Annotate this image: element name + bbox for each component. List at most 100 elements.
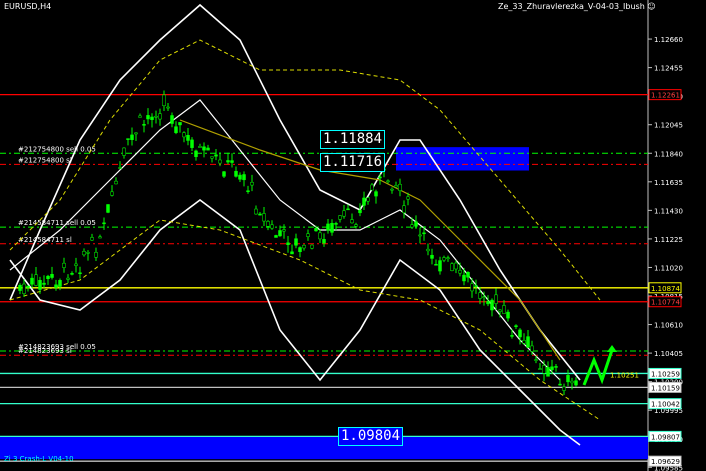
level-box-1: 1.11884: [320, 130, 386, 149]
candle-body: [206, 147, 210, 151]
candle-body: [470, 283, 474, 292]
candle-body: [118, 167, 122, 169]
candle-body: [74, 263, 78, 266]
level-box-3: 1.09804: [338, 427, 404, 446]
candle-body: [110, 191, 114, 196]
candle-body: [58, 280, 62, 287]
candle-body: [218, 159, 222, 164]
candle-body: [358, 209, 362, 214]
order-line-label: #212754800 sl: [18, 156, 72, 164]
candle-body: [18, 284, 22, 291]
candle-body: [542, 365, 546, 374]
candle-body: [186, 135, 190, 141]
candle-body: [98, 236, 102, 239]
candle-body: [558, 383, 562, 386]
candle-body: [338, 215, 342, 220]
candle-body: [562, 386, 566, 391]
candle-body: [418, 234, 422, 237]
candle-body: [270, 224, 274, 229]
candle-body: [422, 232, 426, 235]
candle-body: [570, 380, 574, 384]
candle-body: [426, 248, 430, 252]
candle-body: [50, 274, 54, 278]
candle-body: [94, 252, 98, 258]
candle-body: [334, 223, 338, 225]
candle-body: [514, 325, 518, 327]
level-tag-label: 1.10774: [651, 299, 680, 307]
candle-body: [114, 180, 118, 185]
candle-body: [170, 115, 174, 124]
candle-body: [158, 113, 162, 120]
candle-body: [442, 257, 446, 261]
candle-body: [494, 294, 498, 304]
candle-body: [522, 340, 526, 344]
candle-body: [390, 188, 394, 191]
candle-body: [466, 272, 470, 278]
candle-body: [550, 366, 554, 370]
candle-body: [362, 197, 366, 206]
small-level-tag: 1.10251: [610, 372, 639, 380]
candle-body: [402, 205, 406, 213]
candle-body: [306, 233, 310, 237]
candle-body: [254, 208, 258, 215]
candle-body: [266, 221, 270, 227]
candle-body: [54, 284, 58, 288]
candle-body: [34, 274, 38, 286]
price-tick-label: 1.12660: [654, 36, 683, 44]
candle-body: [246, 190, 250, 192]
blue-zone-lower: [0, 436, 648, 460]
candle-body: [242, 174, 246, 181]
candle-body: [350, 219, 354, 224]
candle-body: [22, 283, 26, 294]
candle-body: [290, 251, 294, 255]
blue-zone-upper: [396, 147, 529, 171]
candle-body: [462, 274, 466, 282]
candle-body: [342, 210, 346, 217]
candle-body: [86, 252, 90, 254]
candle-body: [374, 191, 378, 197]
candle-body: [230, 160, 234, 163]
candle-body: [278, 230, 282, 237]
candle-body: [370, 184, 374, 191]
candle-body: [26, 285, 30, 288]
candle-body: [434, 264, 438, 266]
order-line-label: #214823693 sl: [18, 347, 72, 355]
price-chart[interactable]: 1.126601.124551.122501.120451.118401.116…: [0, 0, 706, 471]
candle-body: [534, 359, 538, 361]
candle-body: [406, 196, 410, 200]
candle-body: [138, 115, 142, 118]
chart-background: [0, 0, 706, 471]
smiley-icon[interactable]: ☺: [647, 2, 655, 11]
candle-body: [62, 262, 66, 268]
price-tick-label: 1.10405: [654, 350, 683, 358]
symbol-label: EURUSD,H4: [4, 2, 52, 11]
candle-body: [190, 139, 194, 148]
level-tag-label: 1.12261: [651, 92, 680, 100]
price-tick-label: 1.12045: [654, 122, 683, 130]
candle-body: [82, 251, 86, 256]
candle-body: [66, 277, 70, 280]
level-tag-label: 1.10259: [651, 370, 680, 378]
candle-body: [450, 263, 454, 271]
candle-body: [502, 305, 506, 314]
expert-name-text: Ze_33_Zhuravlerezka_V-04-03_Ibush: [498, 2, 645, 11]
candle-body: [410, 224, 414, 228]
candle-body: [90, 237, 94, 241]
candle-body: [430, 254, 434, 259]
candle-body: [150, 116, 154, 120]
candle-body: [78, 272, 82, 275]
candle-body: [210, 156, 214, 159]
candle-body: [326, 223, 330, 231]
candle-body: [258, 213, 262, 216]
candle-body: [46, 275, 50, 280]
indicator-footer: Zi 3 Crash-L V04-10: [4, 455, 74, 463]
candle-body: [202, 146, 206, 151]
candle-body: [298, 247, 302, 253]
order-line-label: #212754800 sell 0.05: [18, 145, 96, 153]
candle-body: [238, 174, 242, 180]
candle-body: [538, 368, 542, 370]
candle-body: [194, 150, 198, 157]
candle-body: [126, 138, 130, 140]
candle-body: [166, 106, 170, 109]
level-tag-label: 1.09629: [651, 458, 680, 466]
